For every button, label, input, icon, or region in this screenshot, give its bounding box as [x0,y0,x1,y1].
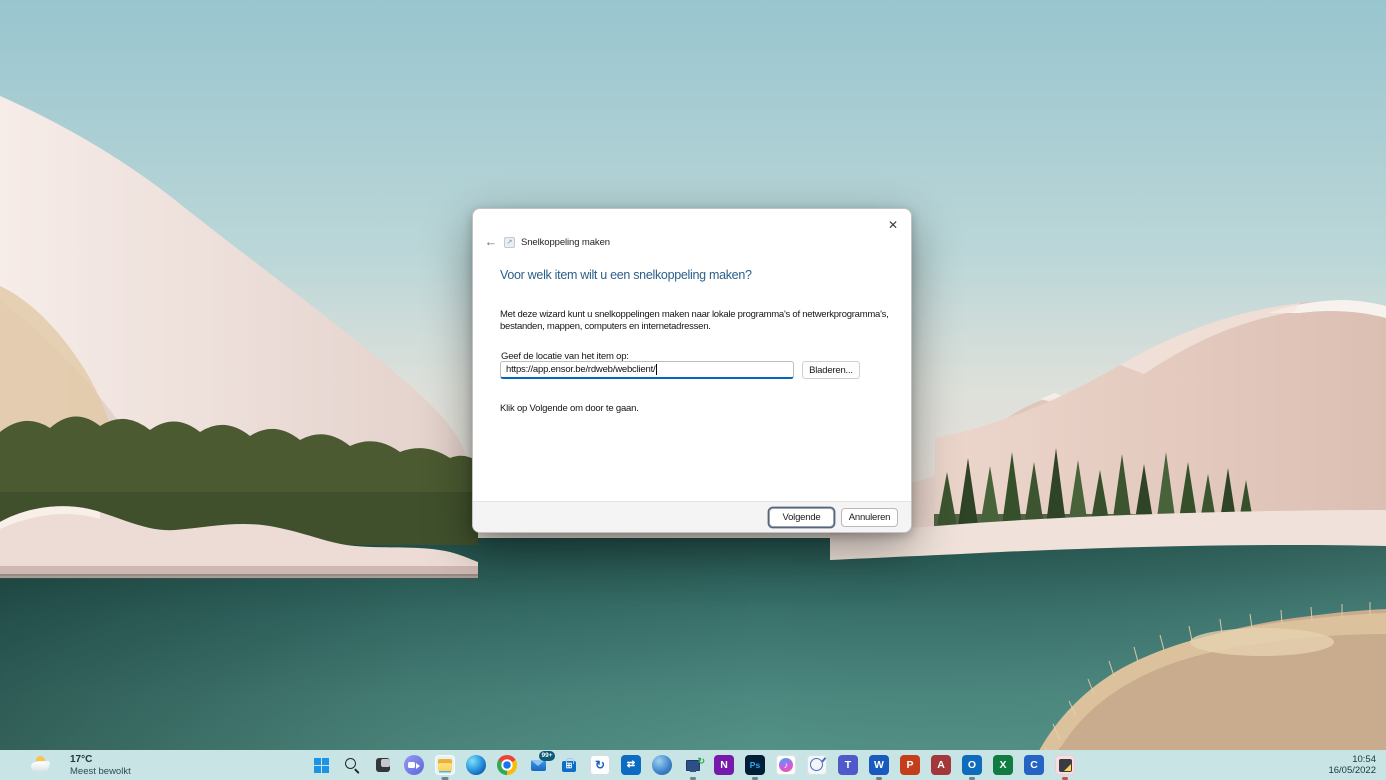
taskbar-icon-group: 99+ ⊞ ↻ ⇄ ↻ N Ps ♪ T W P A O X C [311,750,1075,780]
chat-icon[interactable] [404,755,424,775]
taskbar: 17°C Meest bewolkt 99+ ⊞ ↻ ⇄ ↻ N Ps ♪ T W P A O X C 10… [0,750,1386,780]
blue-app-icon[interactable] [652,755,672,775]
shortcut-wizard-icon: ↗ [504,237,515,248]
dialog-title: Snelkoppeling maken [521,237,610,248]
wizard-heading: Voor welk item wilt u een snelkoppeling … [500,268,752,282]
start-icon[interactable] [311,755,331,775]
sync-app-glyph: ↻ [595,755,605,775]
clock-time: 10:54 [1328,754,1376,766]
access-icon[interactable]: A [931,755,951,775]
teams-icon[interactable]: T [838,755,858,775]
location-input[interactable]: https://app.ensor.be/rdweb/webclient/ [500,361,794,379]
clock-date: 16/05/2022 [1328,765,1376,777]
running-indicator [876,777,882,780]
task-view-icon[interactable] [373,755,393,775]
running-indicator [690,777,696,780]
running-indicator [1062,777,1068,780]
app-c-icon[interactable]: C [1024,755,1044,775]
remote-config-icon[interactable]: ↻ [683,755,703,775]
unread-badge: 99+ [539,751,555,761]
itunes-glyph: ♪ [784,755,789,775]
weather-temperature: 17°C [70,754,131,766]
description-line: bestanden, mappen, computers en internet… [500,321,889,333]
file-explorer-icon[interactable] [435,755,455,775]
powerpoint-glyph: P [906,755,913,775]
sync-app-icon[interactable]: ↻ [590,755,610,775]
description-line: Met deze wizard kunt u snelkoppelingen m… [500,309,889,321]
onenote-glyph: N [720,755,728,775]
app-c-glyph: C [1030,755,1038,775]
photoshop-glyph: Ps [750,755,760,775]
edge-icon[interactable] [466,755,486,775]
next-hint: Klik op Volgende om door te gaan. [500,403,639,414]
browse-button[interactable]: Bladeren... [802,361,860,379]
wizard-description: Met deze wizard kunt u snelkoppelingen m… [500,309,889,332]
mail-icon[interactable]: 99+ [528,755,548,775]
chrome-icon[interactable] [497,755,517,775]
clock-widget[interactable]: 10:54 16/05/2022 [1328,750,1376,780]
cancel-button[interactable]: Annuleren [841,508,898,527]
excel-glyph: X [999,755,1006,775]
teamviewer-icon[interactable]: ⇄ [621,755,641,775]
store-icon[interactable]: ⊞ [559,755,579,775]
remote-config-glyph: ↻ [697,751,705,771]
location-value: https://app.ensor.be/rdweb/webclient/ [506,364,655,375]
running-indicator [442,777,449,780]
weather-widget[interactable]: 17°C Meest bewolkt [30,750,131,780]
weather-condition: Meest bewolkt [70,766,131,777]
create-shortcut-dialog: ✕ ← ↗ Snelkoppeling maken Voor welk item… [472,208,912,533]
excel-icon[interactable]: X [993,755,1013,775]
word-glyph: W [874,755,884,775]
word-icon[interactable]: W [869,755,889,775]
running-indicator [969,777,975,780]
powerpoint-icon[interactable]: P [900,755,920,775]
outlook-glyph: O [968,755,976,775]
photoshop-icon[interactable]: Ps [745,755,765,775]
dialog-footer: Volgende Annuleren [473,501,911,532]
outlook-icon[interactable]: O [962,755,982,775]
dialog-header: ← ↗ Snelkoppeling maken [481,234,610,250]
partly-cloudy-icon [30,755,58,775]
next-button[interactable]: Volgende [769,508,834,527]
text-caret [656,364,657,375]
teamviewer-glyph: ⇄ [627,755,635,775]
itunes-icon[interactable]: ♪ [776,755,796,775]
desktop: ✕ ← ↗ Snelkoppeling maken Voor welk item… [0,0,1386,780]
back-icon[interactable]: ← [481,235,501,249]
onenote-icon[interactable]: N [714,755,734,775]
sticky-notes-icon[interactable] [1055,755,1075,775]
ring-app-icon[interactable] [807,755,827,775]
search-icon[interactable] [342,755,362,775]
teams-glyph: T [845,755,851,775]
running-indicator [752,777,758,780]
store-glyph: ⊞ [559,755,579,777]
access-glyph: A [937,755,945,775]
close-icon[interactable]: ✕ [883,215,903,235]
